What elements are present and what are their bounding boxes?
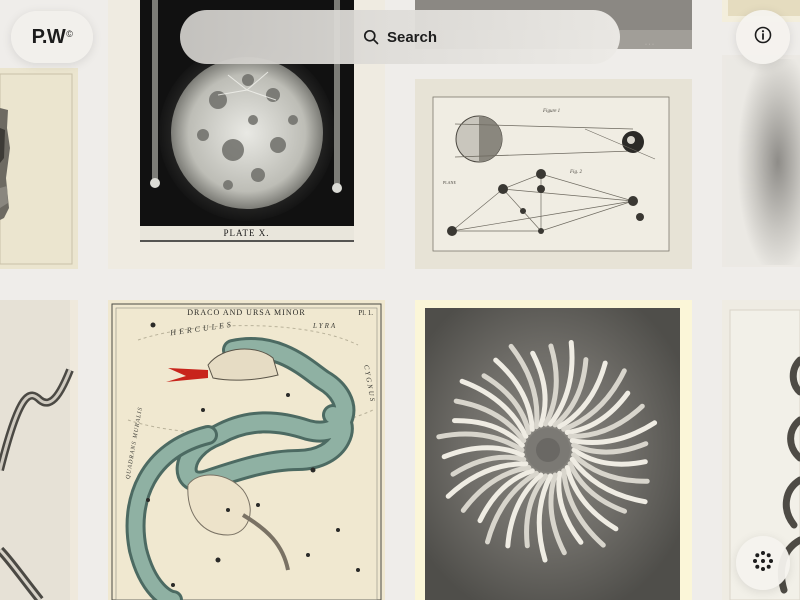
engraving-artwork bbox=[0, 68, 78, 269]
gallery-tile-engraving-left-top[interactable] bbox=[0, 68, 78, 269]
copyright-mark: © bbox=[66, 29, 73, 39]
info-button[interactable] bbox=[736, 10, 790, 64]
shuffle-button[interactable] bbox=[736, 536, 790, 590]
constellation-title: DRACO AND URSA MINOR bbox=[187, 308, 306, 317]
gallery-tile-radial-relief[interactable] bbox=[415, 300, 692, 600]
gallery-tile-orbit-diagram[interactable]: Figure 1 Fig. 2 PLANE bbox=[415, 79, 692, 269]
logo-button[interactable]: P.W © bbox=[11, 11, 93, 63]
curve-artwork bbox=[0, 300, 78, 600]
svg-text:· · ·: · · · bbox=[645, 42, 654, 48]
logo-text: P.W bbox=[31, 25, 66, 48]
fig2-label: Fig. 2 bbox=[570, 170, 582, 175]
label-lyra: LYRA bbox=[313, 322, 338, 330]
plate-number: Pl. 1. bbox=[358, 309, 373, 317]
gallery-tile-curve-left-bottom[interactable] bbox=[0, 300, 78, 600]
constellation-artwork bbox=[108, 300, 385, 600]
fig1-label: Figure 1 bbox=[543, 109, 561, 114]
plate-caption: PLATE X. bbox=[223, 228, 270, 238]
radial-relief-artwork bbox=[415, 300, 692, 600]
orbit-diagram-artwork bbox=[415, 79, 692, 269]
plane-label: PLANE bbox=[443, 180, 456, 185]
info-icon bbox=[754, 26, 772, 49]
smudge-artwork bbox=[722, 55, 800, 267]
search-bar[interactable]: Search bbox=[180, 10, 620, 64]
gallery-tile-draco-ursa-minor[interactable]: DRACO AND URSA MINOR Pl. 1. HERCULES LYR… bbox=[108, 300, 385, 600]
search-label: Search bbox=[386, 28, 438, 46]
search-icon bbox=[363, 29, 379, 45]
shuffle-icon bbox=[752, 550, 774, 577]
gallery-tile-right-top[interactable] bbox=[722, 55, 800, 267]
